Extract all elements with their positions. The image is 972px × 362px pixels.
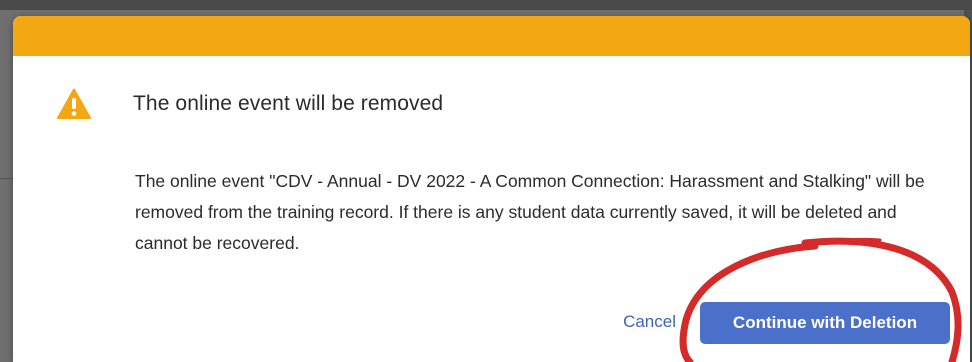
dialog-title-row: The online event will be removed [57, 88, 443, 120]
confirm-removal-dialog: The online event will be removed The onl… [13, 16, 970, 362]
continue-with-deletion-button[interactable]: Continue with Deletion [700, 302, 950, 344]
cancel-button[interactable]: Cancel [623, 312, 676, 332]
dialog-message: The online event "CDV - Annual - DV 2022… [135, 171, 925, 253]
backdrop-top-strip [0, 0, 972, 10]
dialog-header-bar [13, 16, 970, 56]
dialog-footer: Cancel Continue with Deletion [13, 292, 970, 362]
dialog-title: The online event will be removed [133, 92, 444, 115]
warning-triangle-icon [57, 88, 91, 119]
backdrop-divider [0, 178, 14, 179]
